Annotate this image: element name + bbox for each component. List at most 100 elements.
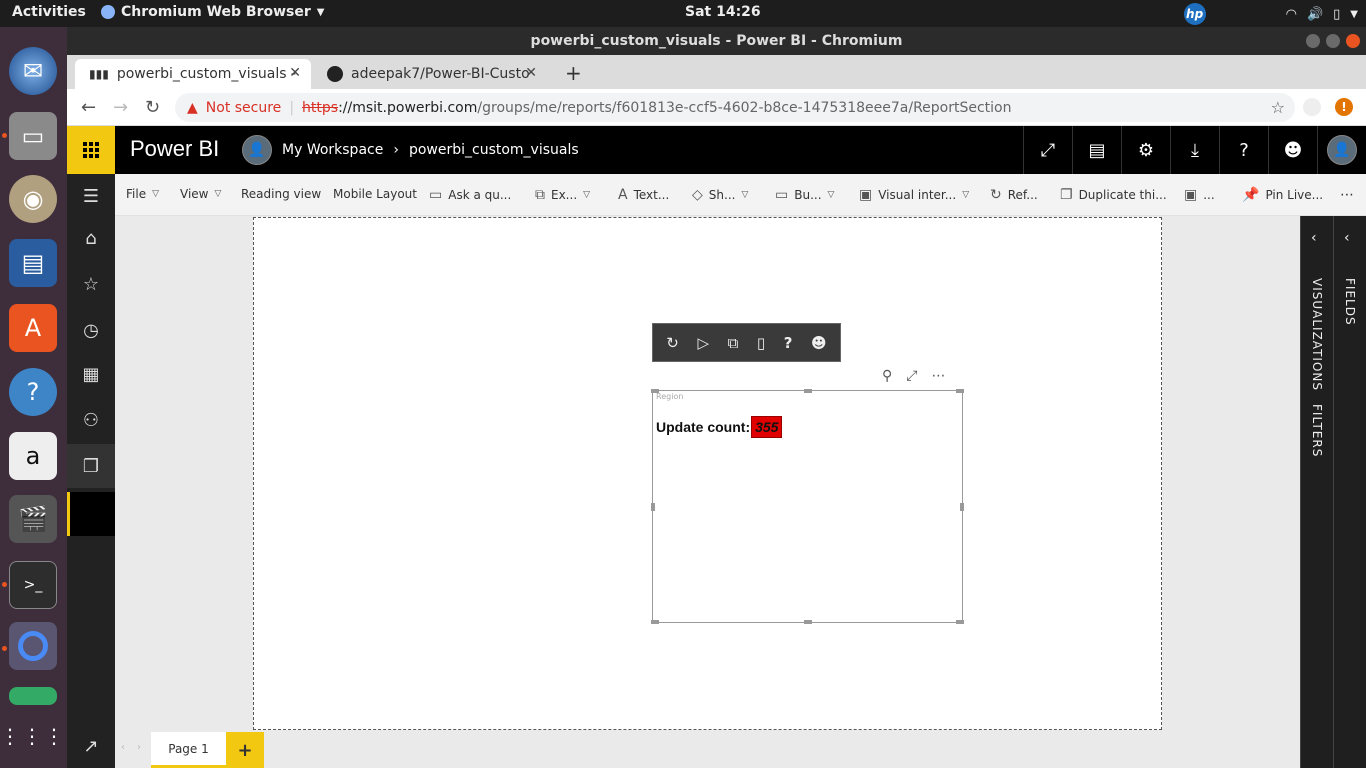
app-menu[interactable]: Chromium Web Browser ▼ <box>101 4 324 20</box>
new-tab-button[interactable]: + <box>565 61 582 85</box>
bookmark-star-icon[interactable]: ☆ <box>1271 98 1285 117</box>
more-options-icon[interactable]: ⋯ <box>931 368 945 384</box>
ask-question-button[interactable]: ▭ Ask a qu... <box>429 187 511 203</box>
refresh-button[interactable]: ↻ Ref... <box>990 187 1038 203</box>
resize-handle[interactable] <box>960 503 964 511</box>
focus-mode-icon[interactable]: ⤢ <box>906 368 917 384</box>
text-box-button[interactable]: A Text... <box>618 187 669 203</box>
workspaces-icon[interactable]: ❐ <box>67 444 115 488</box>
fields-pane[interactable]: ‹ FIELDS <box>1333 216 1366 768</box>
more-options-icon[interactable]: ⋯ <box>1340 187 1354 203</box>
custom-visual[interactable]: Region Update count: 355 <box>651 389 964 624</box>
document-icon[interactable]: ▯ <box>757 334 765 352</box>
help-icon[interactable]: ? <box>1219 126 1268 174</box>
report-page-canvas[interactable]: ↻ ▷ ⧉ ▯ ? ☻ ⚲ ⤢ ⋯ Region Update count: 3… <box>253 217 1162 730</box>
breadcrumb-workspace[interactable]: My Workspace <box>282 142 383 158</box>
resize-handle[interactable] <box>956 620 964 624</box>
tab-powerbi[interactable]: ▮▮▮ powerbi_custom_visuals - ✕ <box>75 59 311 89</box>
duplicate-page-button[interactable]: ❐ Duplicate thi... <box>1060 187 1167 203</box>
system-tray[interactable]: hp ◠ 🔊 ▯ ▼ <box>1183 3 1358 25</box>
battery-icon: ▯ <box>1333 6 1341 22</box>
profile-avatar[interactable]: 👤 <box>1317 126 1366 174</box>
smiley-icon[interactable]: ☻ <box>811 334 827 352</box>
explore-menu[interactable]: ⧉ Ex... ▽ <box>535 187 590 203</box>
add-page-button[interactable]: + <box>226 732 264 768</box>
chevron-left-icon[interactable]: ‹ <box>1311 230 1317 246</box>
back-button[interactable]: ← <box>81 97 96 118</box>
page-tab[interactable]: Page 1 <box>151 732 226 768</box>
scroll-left-icon[interactable]: ‹ <box>121 742 125 753</box>
visualizations-pane-label[interactable]: VISUALIZATIONS <box>1310 278 1324 391</box>
visual-settings-icon[interactable]: ⧉ <box>728 334 739 352</box>
tab-github[interactable]: adeepak7/Power-BI-Custo ✕ <box>313 59 547 89</box>
thunderbird-icon[interactable]: ✉ <box>9 47 57 95</box>
settings-icon[interactable]: ⚙ <box>1121 126 1170 174</box>
terminal-icon[interactable]: >_ <box>9 561 57 609</box>
shapes-icon: ◇ <box>692 187 703 203</box>
pin-live-page-button[interactable]: 📌 Pin Live... <box>1242 187 1323 203</box>
show-apps-icon[interactable]: ⋮⋮⋮ <box>0 712 64 760</box>
fields-pane-label[interactable]: FIELDS <box>1343 278 1357 326</box>
files-icon[interactable]: ▭ <box>9 112 57 160</box>
comments-icon[interactable]: ▤ <box>1072 126 1121 174</box>
resize-handle[interactable] <box>651 503 655 511</box>
download-icon[interactable]: ⤓ <box>1170 126 1219 174</box>
recent-clock-icon[interactable]: ◷ <box>67 308 115 352</box>
play-icon[interactable]: ▷ <box>697 334 709 352</box>
favorites-star-icon[interactable]: ☆ <box>67 262 115 306</box>
resize-handle[interactable] <box>651 620 659 624</box>
scroll-right-icon[interactable]: › <box>137 742 141 753</box>
writer-icon[interactable]: ▤ <box>9 239 57 287</box>
minimize-icon[interactable] <box>1306 34 1320 48</box>
resize-handle[interactable] <box>804 389 812 393</box>
close-tab-icon[interactable]: ✕ <box>289 65 301 81</box>
active-workspace-item[interactable] <box>67 492 115 536</box>
filters-pane-label[interactable]: FILTERS <box>1310 404 1324 457</box>
visual-interactions-menu[interactable]: ▣ Visual inter... ▽ <box>859 187 969 203</box>
resize-handle[interactable] <box>956 389 964 393</box>
software-center-icon[interactable]: A <box>9 304 57 352</box>
close-icon[interactable] <box>1346 34 1360 48</box>
reading-view-button[interactable]: Reading view <box>241 187 321 201</box>
refresh-icon[interactable]: ↻ <box>666 334 679 352</box>
extension-icon[interactable] <box>1303 98 1321 116</box>
file-menu[interactable]: File ▽ <box>126 187 159 201</box>
fullscreen-icon[interactable]: ⤢ <box>1023 126 1072 174</box>
buttons-menu[interactable]: ▭ Bu... ▽ <box>775 187 834 203</box>
hamburger-menu-icon[interactable]: ☰ <box>67 174 115 218</box>
shapes-menu[interactable]: ◇ Sh... ▽ <box>692 187 748 203</box>
help-icon[interactable]: ? <box>9 368 57 416</box>
forward-button[interactable]: → <box>113 97 128 118</box>
powerbi-brand[interactable]: Power BI <box>130 136 219 162</box>
save-button[interactable]: ▣... <box>1184 187 1215 203</box>
visualizations-filters-pane[interactable]: ‹ VISUALIZATIONS FILTERS <box>1300 216 1333 768</box>
chromium-dock-icon[interactable] <box>9 622 57 670</box>
url-scheme: https <box>302 99 339 116</box>
resize-handle[interactable] <box>804 620 812 624</box>
shared-with-me-icon[interactable]: ⚇ <box>67 398 115 442</box>
view-menu[interactable]: View ▽ <box>180 187 221 201</box>
report-toolbar: File ▽ View ▽ Reading view Mobile Layout ▭… <box>115 174 1366 216</box>
help-icon[interactable]: ? <box>784 334 793 352</box>
apps-icon[interactable]: ▦ <box>67 352 115 396</box>
pin-visual-icon[interactable]: ⚲ <box>882 368 892 384</box>
feedback-smiley-icon[interactable]: ☻ <box>1268 126 1317 174</box>
activities-button[interactable]: Activities <box>12 4 86 20</box>
breadcrumb-report[interactable]: powerbi_custom_visuals <box>409 142 579 158</box>
mobile-layout-button[interactable]: Mobile Layout <box>333 187 417 201</box>
clock[interactable]: Sat 14:26 <box>685 4 761 20</box>
home-icon[interactable]: ⌂ <box>67 216 115 260</box>
get-data-arrow-icon[interactable]: ↗ <box>67 724 115 768</box>
update-icon[interactable]: ! <box>1335 98 1353 116</box>
maximize-icon[interactable] <box>1326 34 1340 48</box>
app-icon[interactable] <box>9 687 57 705</box>
chevron-left-icon[interactable]: ‹ <box>1344 230 1350 246</box>
right-panes: ‹ VISUALIZATIONS FILTERS ‹ FIELDS <box>1300 216 1366 768</box>
address-bar[interactable]: ▲ Not secure | https://msit.powerbi.com/… <box>175 93 1295 122</box>
app-launcher-icon[interactable] <box>67 126 115 174</box>
amazon-icon[interactable]: a <box>9 432 57 480</box>
reload-button[interactable]: ↻ <box>145 97 160 118</box>
close-tab-icon[interactable]: ✕ <box>525 65 537 81</box>
rhythmbox-icon[interactable]: ◉ <box>9 175 57 223</box>
video-editor-icon[interactable]: 🎬 <box>9 495 57 543</box>
